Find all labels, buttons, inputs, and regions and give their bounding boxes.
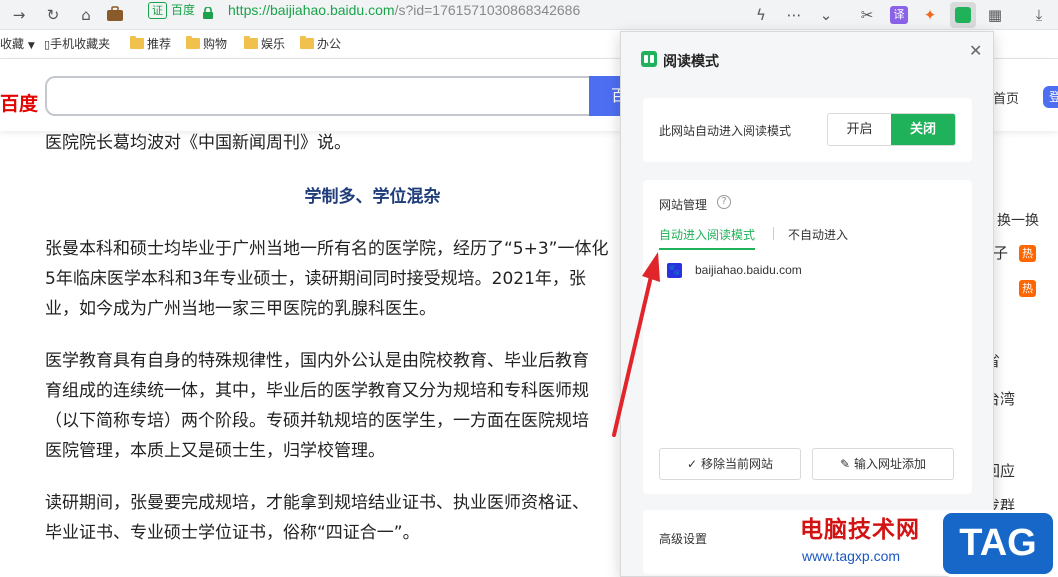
bookmark-label: 办公 bbox=[317, 37, 342, 51]
site-management-card: 网站管理 ? 自动进入阅读模式 不自动进入 🐾 baijiahao.baidu.… bbox=[643, 180, 972, 494]
remove-site-button[interactable]: ✓ 移除当前网站 bbox=[659, 448, 801, 480]
url-text[interactable]: https://baijiahao.baidu.com/s?id=1761571… bbox=[228, 0, 580, 20]
advanced-settings-title: 高级设置 bbox=[659, 532, 708, 546]
paragraph-line: 毕业证书、专业硕士学位证书，俗称“四证合一”。 bbox=[45, 523, 420, 543]
briefcase-icon[interactable] bbox=[106, 6, 124, 24]
close-icon[interactable]: ✕ bbox=[969, 41, 982, 60]
toggle-on-button[interactable]: 开启 bbox=[828, 114, 891, 145]
chevron-down-icon[interactable]: ⌄ bbox=[817, 6, 835, 24]
bookmark-folder-entertainment[interactable]: 娱乐 bbox=[244, 36, 285, 52]
more-icon[interactable]: ⋯ bbox=[785, 6, 803, 24]
bookmark-folder-office[interactable]: 办公 bbox=[300, 36, 341, 52]
auto-reading-label: 此网站自动进入阅读模式 bbox=[659, 124, 792, 138]
hot-badge: 热 bbox=[1019, 245, 1036, 262]
reading-mode-icon bbox=[641, 51, 657, 67]
url-path: /s?id=1761571030868342686 bbox=[394, 2, 581, 18]
paragraph-line: （以下简称专培）两个阶段。专硕并轨规培的医学生，一方面在医院规培 bbox=[45, 411, 589, 431]
paragraph: 医院院长葛均波对《中国新闻周刊》说。 bbox=[45, 133, 351, 153]
watermark: 电脑技术网 www.tagxp.com TAG bbox=[800, 510, 1058, 577]
paragraph-line: 业，如今成为广州当地一家三甲医院的乳腺科医生。 bbox=[45, 299, 436, 319]
baidu-logo[interactable]: 百度 bbox=[0, 89, 38, 116]
paragraph-line: 育组成的连续统一体，其中，毕业后的医学教育又分为规培和专科医师规 bbox=[45, 381, 589, 401]
tab-divider bbox=[773, 227, 774, 240]
lightning-icon[interactable]: ϟ bbox=[752, 6, 770, 24]
paragraph-line: 医院管理，本质上又是硕士生，归学校管理。 bbox=[45, 441, 385, 461]
game-icon[interactable]: ✦ bbox=[921, 6, 939, 24]
reading-mode-icon bbox=[955, 7, 971, 23]
bookmark-mobile[interactable]: ▯手机收藏夹 bbox=[44, 36, 110, 53]
site-identity[interactable]: 百度 bbox=[171, 2, 195, 19]
bookmark-label: 推荐 bbox=[147, 37, 172, 51]
login-button[interactable]: 登 bbox=[1043, 86, 1058, 108]
hot-item[interactable]: 子 bbox=[993, 242, 1008, 263]
folder-icon bbox=[300, 36, 314, 49]
hot-badge: 热 bbox=[1019, 280, 1036, 297]
button-label: 输入网址添加 bbox=[853, 457, 926, 471]
dropdown-icon: ▼ bbox=[27, 41, 35, 51]
refresh-icon[interactable]: ↻ bbox=[44, 6, 62, 24]
folder-icon bbox=[130, 36, 144, 49]
button-label: 移除当前网站 bbox=[700, 457, 773, 471]
bookmark-favorites[interactable]: 收藏 ▼ bbox=[0, 36, 35, 54]
auto-reading-toggle[interactable]: 开启 关闭 bbox=[827, 113, 956, 146]
home-link[interactable]: 首页 bbox=[993, 88, 1019, 107]
home-icon[interactable]: ⌂ bbox=[77, 6, 95, 24]
bookmark-folder-shopping[interactable]: 购物 bbox=[186, 36, 227, 52]
bookmark-label: 手机收藏夹 bbox=[50, 37, 111, 51]
site-management-title: 网站管理 bbox=[659, 198, 708, 212]
lock-icon bbox=[203, 4, 213, 19]
refresh-list-link[interactable]: 换一换 bbox=[997, 210, 1039, 230]
paragraph-line: 5年临床医学本科和3年专业硕士，读研期间同时接受规培。2021年，张 bbox=[45, 269, 586, 289]
paragraph-line: 医学教育具有自身的特殊规律性，国内外公认是由院校教育、毕业后教育 bbox=[45, 351, 589, 371]
forward-icon[interactable]: → bbox=[10, 6, 28, 24]
watermark-url: www.tagxp.com bbox=[802, 548, 901, 564]
reading-mode-panel: 阅读模式 ✕ 此网站自动进入阅读模式 开启 关闭 网站管理 ? 自动进入阅读模式… bbox=[620, 31, 994, 577]
bookmark-label: 收藏 bbox=[0, 37, 25, 51]
search-input[interactable] bbox=[45, 76, 605, 116]
folder-icon bbox=[186, 36, 200, 49]
scissors-icon[interactable]: ✂ bbox=[858, 6, 876, 24]
watermark-title: 电脑技术网 bbox=[800, 517, 920, 543]
section-heading: 学制多、学位混杂 bbox=[304, 187, 441, 207]
watermark-tag-logo: TAG bbox=[940, 510, 1056, 577]
article-body: 医院院长葛均波对《中国新闻周刊》说。 学制多、学位混杂 张曼本科和硕士均毕业于广… bbox=[45, 128, 665, 548]
baidu-paw-icon: 🐾 bbox=[667, 263, 682, 278]
bookmark-folder-recommend[interactable]: 推荐 bbox=[130, 36, 171, 52]
paragraph-line: 读研期间，张曼要完成规培，才能拿到规培结业证书、执业医师资格证、 bbox=[45, 493, 589, 513]
bookmark-label: 娱乐 bbox=[261, 37, 286, 51]
apps-grid-icon[interactable]: ▦ bbox=[986, 6, 1004, 24]
cert-badge[interactable]: 证 bbox=[148, 2, 167, 19]
auto-reading-card: 此网站自动进入阅读模式 开启 关闭 bbox=[643, 98, 972, 162]
site-domain: baijiahao.baidu.com bbox=[695, 263, 802, 277]
panel-title: 阅读模式 bbox=[663, 54, 719, 70]
tab-auto-reading[interactable]: 自动进入阅读模式 bbox=[659, 226, 756, 250]
reading-mode-button[interactable] bbox=[950, 2, 976, 28]
translate-icon[interactable]: 译 bbox=[890, 6, 908, 24]
folder-icon bbox=[244, 36, 258, 49]
bookmark-label: 购物 bbox=[203, 37, 228, 51]
tab-no-auto[interactable]: 不自动进入 bbox=[788, 226, 848, 243]
paragraph-line: 张曼本科和硕士均毕业于广州当地一所有名的医学院，经历了“5+3”一体化 bbox=[45, 239, 609, 259]
help-icon[interactable]: ? bbox=[717, 195, 731, 209]
add-site-button[interactable]: ✎ 输入网址添加 bbox=[812, 448, 954, 480]
download-icon[interactable]: ⤓ bbox=[1030, 6, 1048, 24]
browser-toolbar: → ↻ ⌂ 证 百度 https://baijiahao.baidu.com/s… bbox=[0, 0, 1058, 30]
url-domain: https://baijiahao.baidu.com bbox=[228, 2, 395, 18]
pencil-icon: ✎ bbox=[840, 457, 851, 471]
check-icon: ✓ bbox=[687, 457, 698, 471]
toggle-off-button[interactable]: 关闭 bbox=[891, 114, 955, 145]
